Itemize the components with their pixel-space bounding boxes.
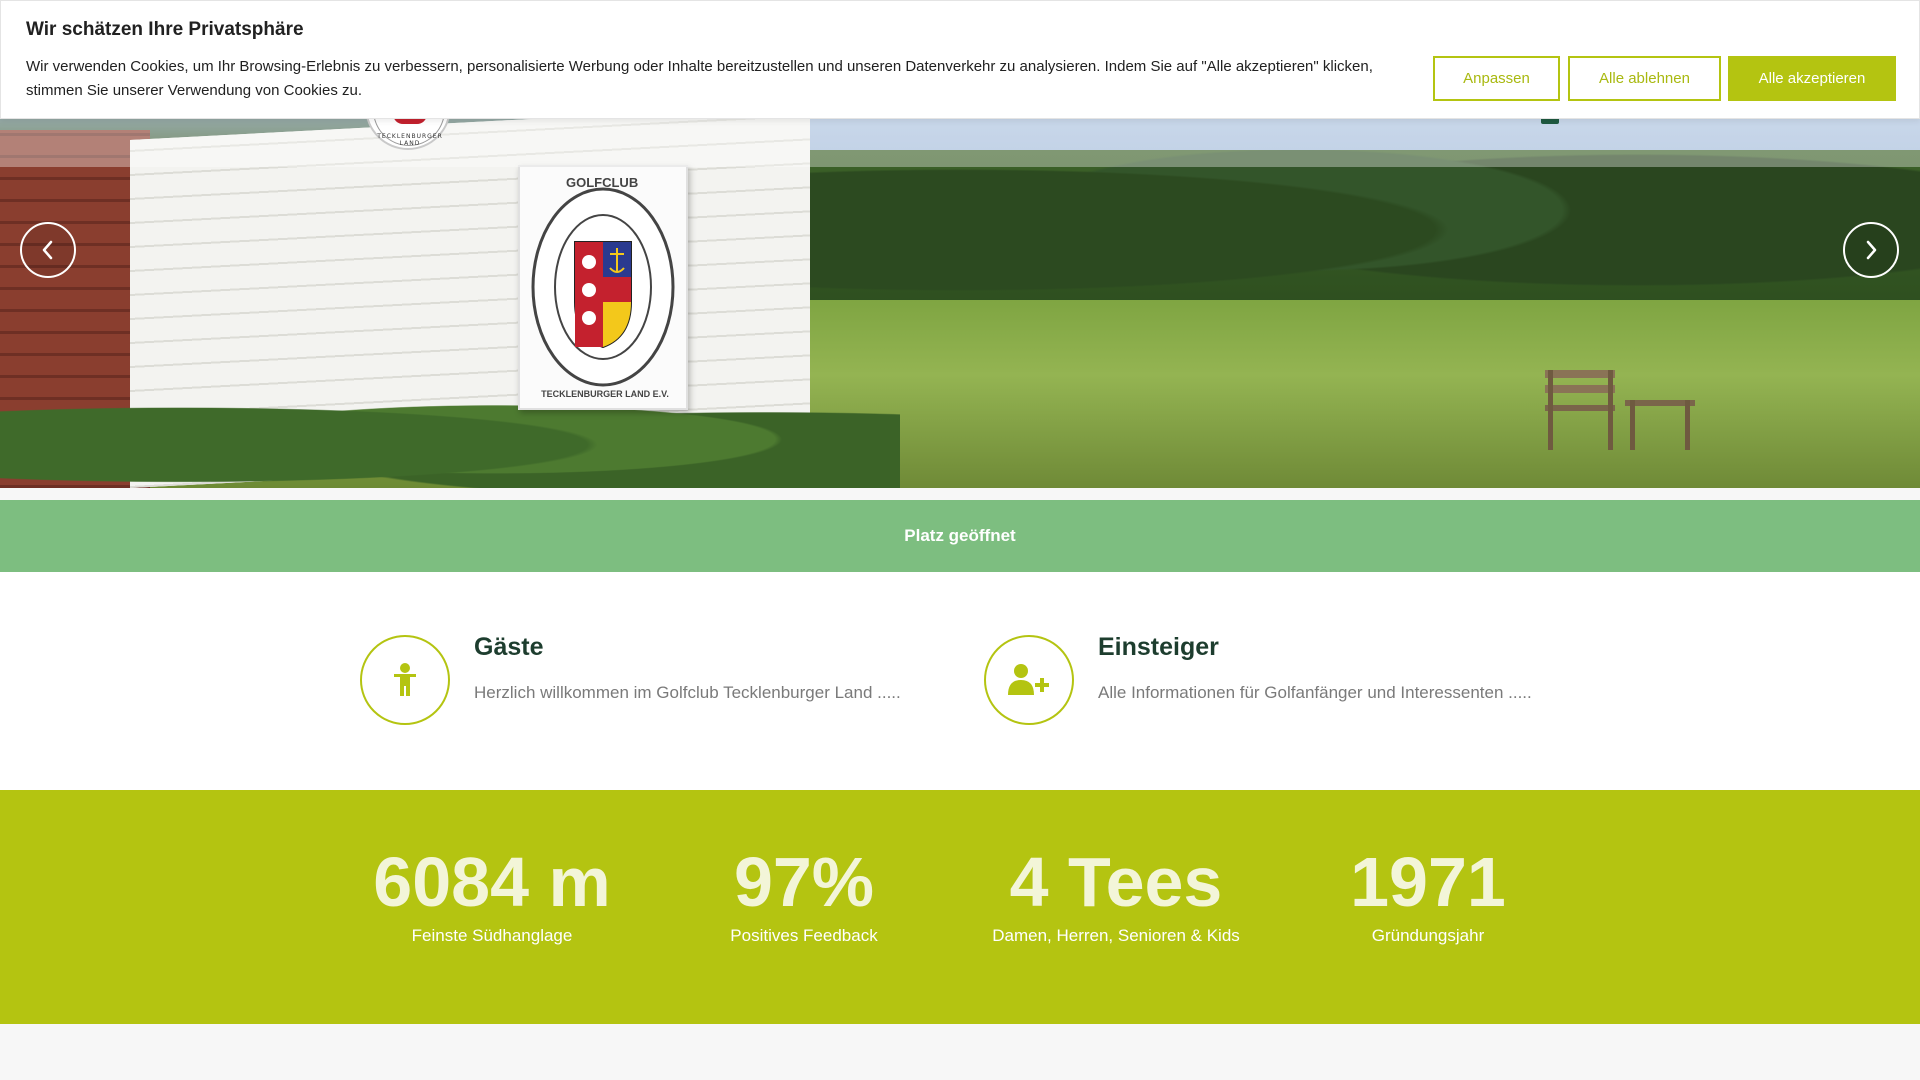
garden-bench-icon (1545, 370, 1695, 450)
stat-value: 6084 m (373, 843, 611, 921)
cookie-title: Wir schätzen Ihre Privatsphäre (26, 19, 304, 40)
stat-item: 6084 m Feinste Südhanglage (332, 842, 652, 946)
stat-label: Positives Feedback (730, 926, 878, 945)
feature-beginners-title[interactable]: Einsteiger (1098, 633, 1219, 662)
user-plus-icon (1008, 664, 1049, 695)
feature-guests-circle[interactable] (360, 635, 450, 725)
accept-all-button[interactable]: Alle akzeptieren (1728, 56, 1896, 101)
hero-lawn (800, 300, 1920, 488)
stat-label: Damen, Herren, Senioren & Kids (992, 926, 1240, 945)
stats-section: 6084 m Feinste Südhanglage 97% Positives… (0, 790, 1920, 1024)
feature-guests-text: Herzlich willkommen im Golfclub Tecklenb… (474, 683, 901, 702)
feature-guests-title[interactable]: Gäste (474, 633, 543, 662)
feature-beginners-text: Alle Informationen für Golfanfänger und … (1098, 683, 1532, 702)
stat-value: 4 Tees (1009, 843, 1223, 921)
chevron-right-icon (1866, 240, 1877, 260)
feature-beginners-circle[interactable] (984, 635, 1074, 725)
header-bar (0, 119, 1920, 167)
stat-value: 1971 (1350, 843, 1506, 921)
plaque-bottom-text: TECKLENBURGER LAND E.V. (541, 389, 669, 399)
reject-all-button[interactable]: Alle ablehnen (1568, 56, 1721, 101)
features-section: Gäste Herzlich willkommen im Golfclub Te… (0, 572, 1920, 790)
stat-item: 4 Tees Damen, Herren, Senioren & Kids (956, 842, 1276, 946)
person-icon (394, 663, 416, 696)
chevron-left-icon (42, 240, 53, 260)
club-plaque: GOLFCLUB TECKLENBURGER LAND E.V. (518, 165, 688, 410)
hero-bushes (0, 380, 900, 488)
slider-prev-button[interactable] (20, 222, 76, 278)
cookie-text: Wir verwenden Cookies, um Ihr Browsing-E… (26, 58, 1373, 99)
course-status-bar: Platz geöffnet (0, 500, 1920, 572)
stat-item: 97% Positives Feedback (644, 842, 964, 946)
stat-label: Gründungsjahr (1371, 926, 1485, 945)
customize-button[interactable]: Anpassen (1433, 56, 1560, 101)
stat-value: 97% (733, 843, 875, 921)
slider-next-button[interactable] (1843, 222, 1899, 278)
stat-label: Feinste Südhanglage (411, 926, 573, 945)
stat-item: 1971 Gründungsjahr (1268, 842, 1588, 946)
club-emblem-icon (531, 187, 675, 387)
footer-area (0, 1024, 1920, 1080)
course-status-label: Platz geöffnet (904, 526, 1016, 545)
cookie-banner: Wir schätzen Ihre Privatsphäre Wir verwe… (0, 0, 1920, 119)
plaque-top-text: GOLFCLUB (566, 175, 639, 190)
logo-text: TECKLENBURGER LAND (377, 133, 443, 147)
